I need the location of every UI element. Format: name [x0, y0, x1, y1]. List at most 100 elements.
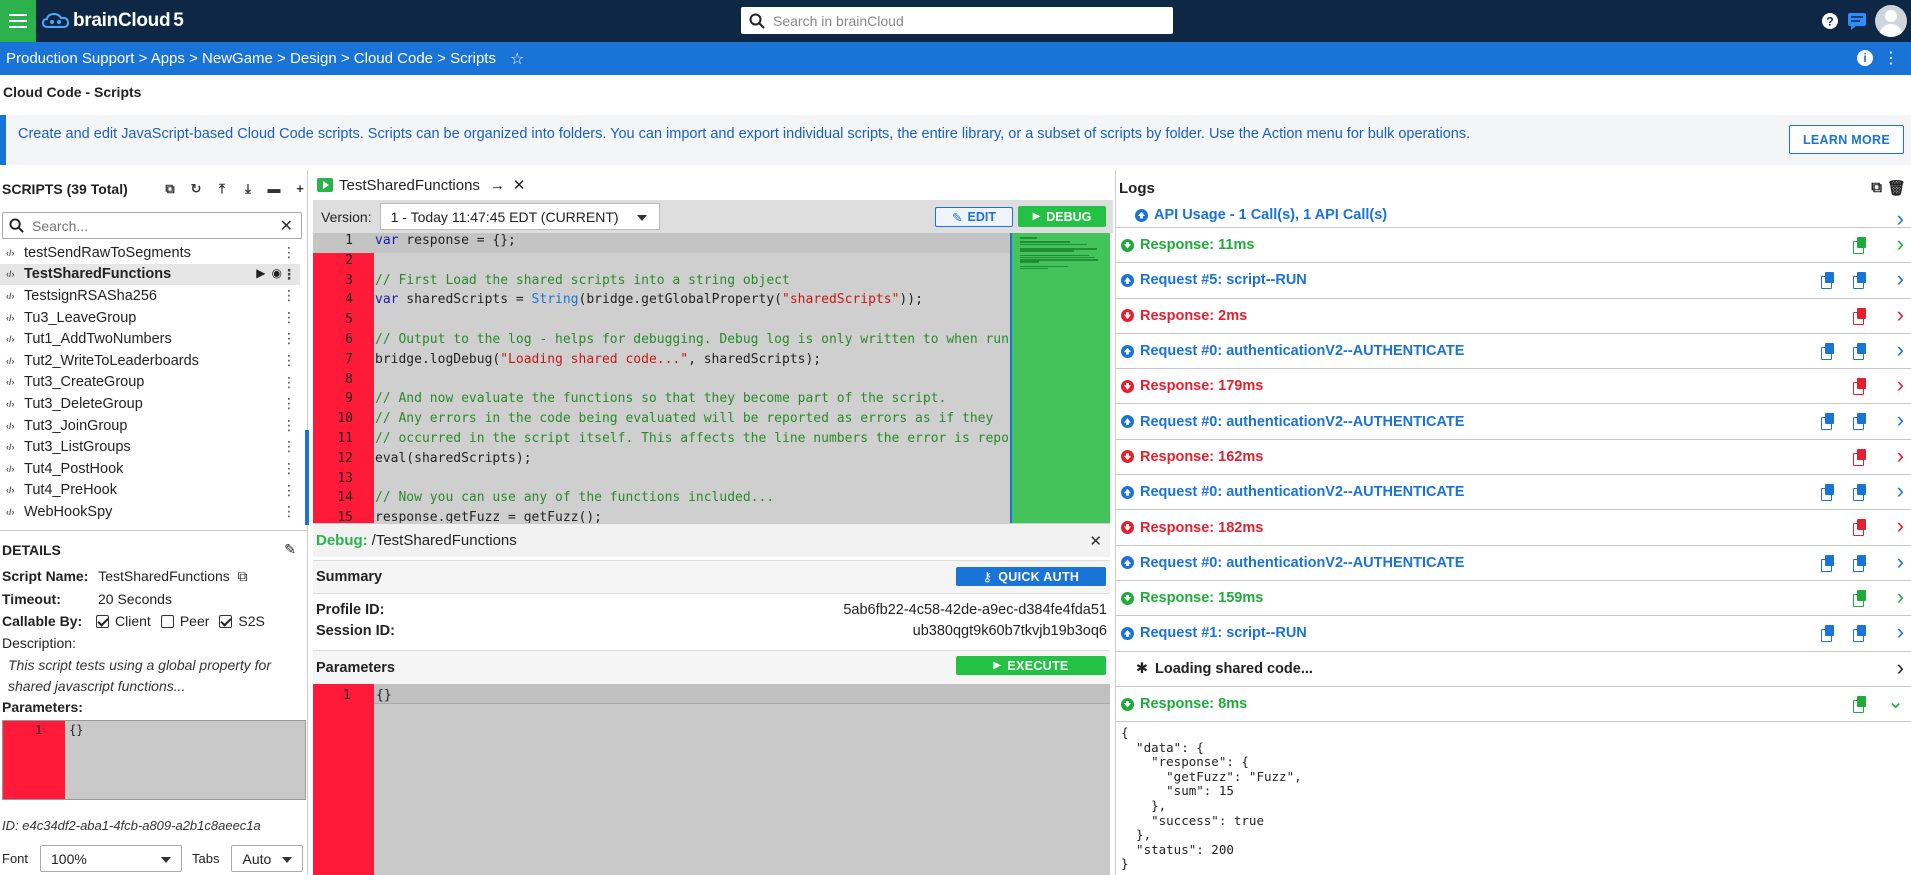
breadcrumb-item[interactable]: Scripts	[450, 50, 496, 67]
execute-button[interactable]: ▶ EXECUTE	[956, 656, 1106, 675]
chat-icon[interactable]	[1847, 12, 1867, 30]
copy-icon[interactable]	[1821, 413, 1836, 431]
breadcrumb-item[interactable]: Apps	[151, 50, 185, 67]
copy-icon[interactable]	[1853, 519, 1868, 537]
chevron-right-icon[interactable]: ›	[1897, 549, 1904, 575]
more-vertical-icon[interactable]: ⋮	[1883, 48, 1899, 68]
chevron-right-icon[interactable]: ›	[1897, 337, 1904, 363]
script-list-item[interactable]: ‹/› testSendRawToSegments ⋮	[0, 242, 300, 264]
chevron-right-icon[interactable]: ›	[1897, 372, 1904, 398]
code-editor[interactable]: 1 var response = {}; 2 3 // First Load the s…	[313, 233, 1110, 523]
more-vertical-icon[interactable]: ⋮	[282, 374, 296, 391]
copy-icon[interactable]	[1853, 237, 1868, 254]
log-entry[interactable]: Response: 179ms ›	[1116, 369, 1911, 405]
log-entry[interactable]: Response: 2ms ›	[1116, 299, 1911, 334]
arrow-right-icon[interactable]: →	[490, 177, 505, 194]
edit-button[interactable]: ✎ EDIT	[935, 207, 1013, 227]
more-vertical-icon[interactable]: ⋮	[282, 309, 296, 326]
log-entry[interactable]: Request #0: authenticationV2--AUTHENTICA…	[1116, 546, 1911, 581]
chevron-right-icon[interactable]: ›	[1897, 302, 1904, 328]
more-vertical-icon[interactable]: ⋮	[282, 330, 296, 347]
copy-icon[interactable]	[1821, 625, 1836, 643]
copy-icon[interactable]	[1853, 307, 1868, 325]
copy-name-icon[interactable]: ⧉	[238, 568, 248, 584]
copy-icon[interactable]	[1853, 448, 1868, 466]
chevron-right-icon[interactable]: ›	[1897, 443, 1904, 469]
chevron-right-icon[interactable]: ›	[1897, 231, 1904, 257]
log-entry[interactable]: Response: 11ms ›	[1116, 228, 1911, 264]
view-eye-icon[interactable]: ◉	[272, 266, 282, 280]
chevron-right-icon[interactable]: ›	[1897, 407, 1904, 433]
tabs-select[interactable]: Auto	[231, 845, 304, 872]
log-entry[interactable]: Request #5: script--RUN ›	[1116, 263, 1911, 299]
copy-icon[interactable]	[1821, 342, 1836, 360]
script-list-item[interactable]: ‹/› TestsignRSASha256 ⋮	[0, 285, 300, 307]
copy-icon[interactable]	[1853, 554, 1868, 572]
log-entry[interactable]: Response: 8ms ⌄	[1116, 687, 1911, 723]
script-list-item[interactable]: ‹/› Tut3_JoinGroup ⋮	[0, 415, 300, 437]
copy-all-icon[interactable]: ⧉	[1871, 179, 1882, 196]
help-icon[interactable]: ?	[1821, 12, 1839, 30]
log-entry[interactable]: Request #0: authenticationV2--AUTHENTICA…	[1116, 334, 1911, 370]
chevron-right-icon[interactable]: ›	[1897, 478, 1904, 504]
copy-icon[interactable]	[1821, 554, 1836, 572]
script-list-scrollbar[interactable]	[305, 430, 309, 525]
download-icon[interactable]: ⤓	[238, 179, 258, 199]
brand-logo[interactable]: brainCloud 5	[42, 9, 184, 33]
trash-icon[interactable]: 🗑	[1887, 179, 1906, 197]
script-list-item[interactable]: ‹/› Tut2_WriteToLeaderboards ⋮	[0, 350, 300, 372]
copy-icon[interactable]: ⧉	[160, 179, 180, 199]
more-vertical-icon[interactable]: ⋮	[282, 460, 296, 477]
learn-more-button[interactable]: LEARN MORE	[1789, 125, 1904, 154]
global-search-input[interactable]	[773, 12, 1153, 29]
callable-checkbox[interactable]	[160, 615, 174, 628]
chevron-right-icon[interactable]: ›	[1897, 619, 1904, 645]
script-search[interactable]: ✕	[2, 212, 302, 239]
script-list-item[interactable]: ‹/› Tut3_CreateGroup ⋮	[0, 372, 300, 394]
script-list-item[interactable]: ‹/› TestSharedFunctions ▶ ◉ ⋮	[0, 263, 300, 286]
close-debug-icon[interactable]: ✕	[1089, 532, 1102, 550]
log-entry[interactable]: Response: 159ms ›	[1116, 581, 1911, 617]
chevron-right-icon[interactable]: ›	[1897, 266, 1904, 292]
log-entry[interactable]: ✱ Loading shared code... ›	[1116, 652, 1911, 687]
copy-icon[interactable]	[1853, 625, 1868, 643]
chevron-right-icon[interactable]: ›	[1897, 513, 1904, 539]
log-entry[interactable]: Request #1: script--RUN ›	[1116, 616, 1911, 652]
edit-pencil-icon[interactable]: ✎	[284, 541, 296, 558]
breadcrumb-trail[interactable]: Production Support > Apps > NewGame > De…	[6, 50, 496, 67]
copy-icon[interactable]	[1853, 589, 1868, 607]
more-vertical-icon[interactable]: ⋮	[282, 417, 296, 434]
breadcrumb-item[interactable]: NewGame	[202, 50, 273, 67]
breadcrumb-item[interactable]: Production Support	[6, 50, 134, 67]
log-entry[interactable]: Response: 162ms ›	[1116, 440, 1911, 476]
log-entry[interactable]: Request #0: authenticationV2--AUTHENTICA…	[1116, 475, 1911, 511]
copy-icon[interactable]	[1821, 272, 1836, 290]
copy-icon[interactable]	[1853, 484, 1868, 502]
script-list-item[interactable]: ‹/› Tut3_ListGroups ⋮	[0, 436, 300, 458]
copy-icon[interactable]	[1853, 378, 1868, 396]
callable-checkbox[interactable]	[96, 615, 110, 628]
more-vertical-icon[interactable]: ⋮	[282, 482, 296, 499]
chevron-right-icon[interactable]: ›	[1897, 655, 1904, 681]
breadcrumb-item[interactable]: Cloud Code	[354, 50, 433, 67]
quick-auth-button[interactable]: ⚷ QUICK AUTH	[956, 567, 1106, 586]
copy-icon[interactable]	[1853, 413, 1868, 431]
upload-icon[interactable]: ⤒	[212, 179, 232, 199]
copy-icon[interactable]	[1853, 342, 1868, 360]
log-entry[interactable]: Request #0: authenticationV2--AUTHENTICA…	[1116, 404, 1911, 440]
script-list-item[interactable]: ‹/› WebHookSpy ⋮	[0, 501, 300, 523]
chevron-right-icon[interactable]: ›	[1897, 584, 1904, 610]
more-vertical-icon[interactable]: ⋮	[282, 244, 296, 261]
refresh-icon[interactable]: ↻	[186, 179, 206, 199]
log-entry[interactable]: API Usage - 1 Call(s), 1 API Call(s) ›	[1116, 203, 1911, 231]
folder-icon[interactable]: ▬	[264, 179, 284, 199]
script-search-input[interactable]	[32, 217, 272, 234]
copy-icon[interactable]	[1853, 272, 1868, 290]
copy-icon[interactable]	[1853, 695, 1868, 713]
copy-icon[interactable]	[1821, 484, 1836, 502]
code-minimap[interactable]	[1010, 233, 1110, 523]
script-list-item[interactable]: ‹/› Tut4_PostHook ⋮	[0, 458, 300, 480]
callable-checkbox[interactable]	[219, 615, 233, 628]
more-vertical-icon[interactable]: ⋮	[282, 503, 296, 520]
breadcrumb-item[interactable]: Design	[290, 50, 337, 67]
